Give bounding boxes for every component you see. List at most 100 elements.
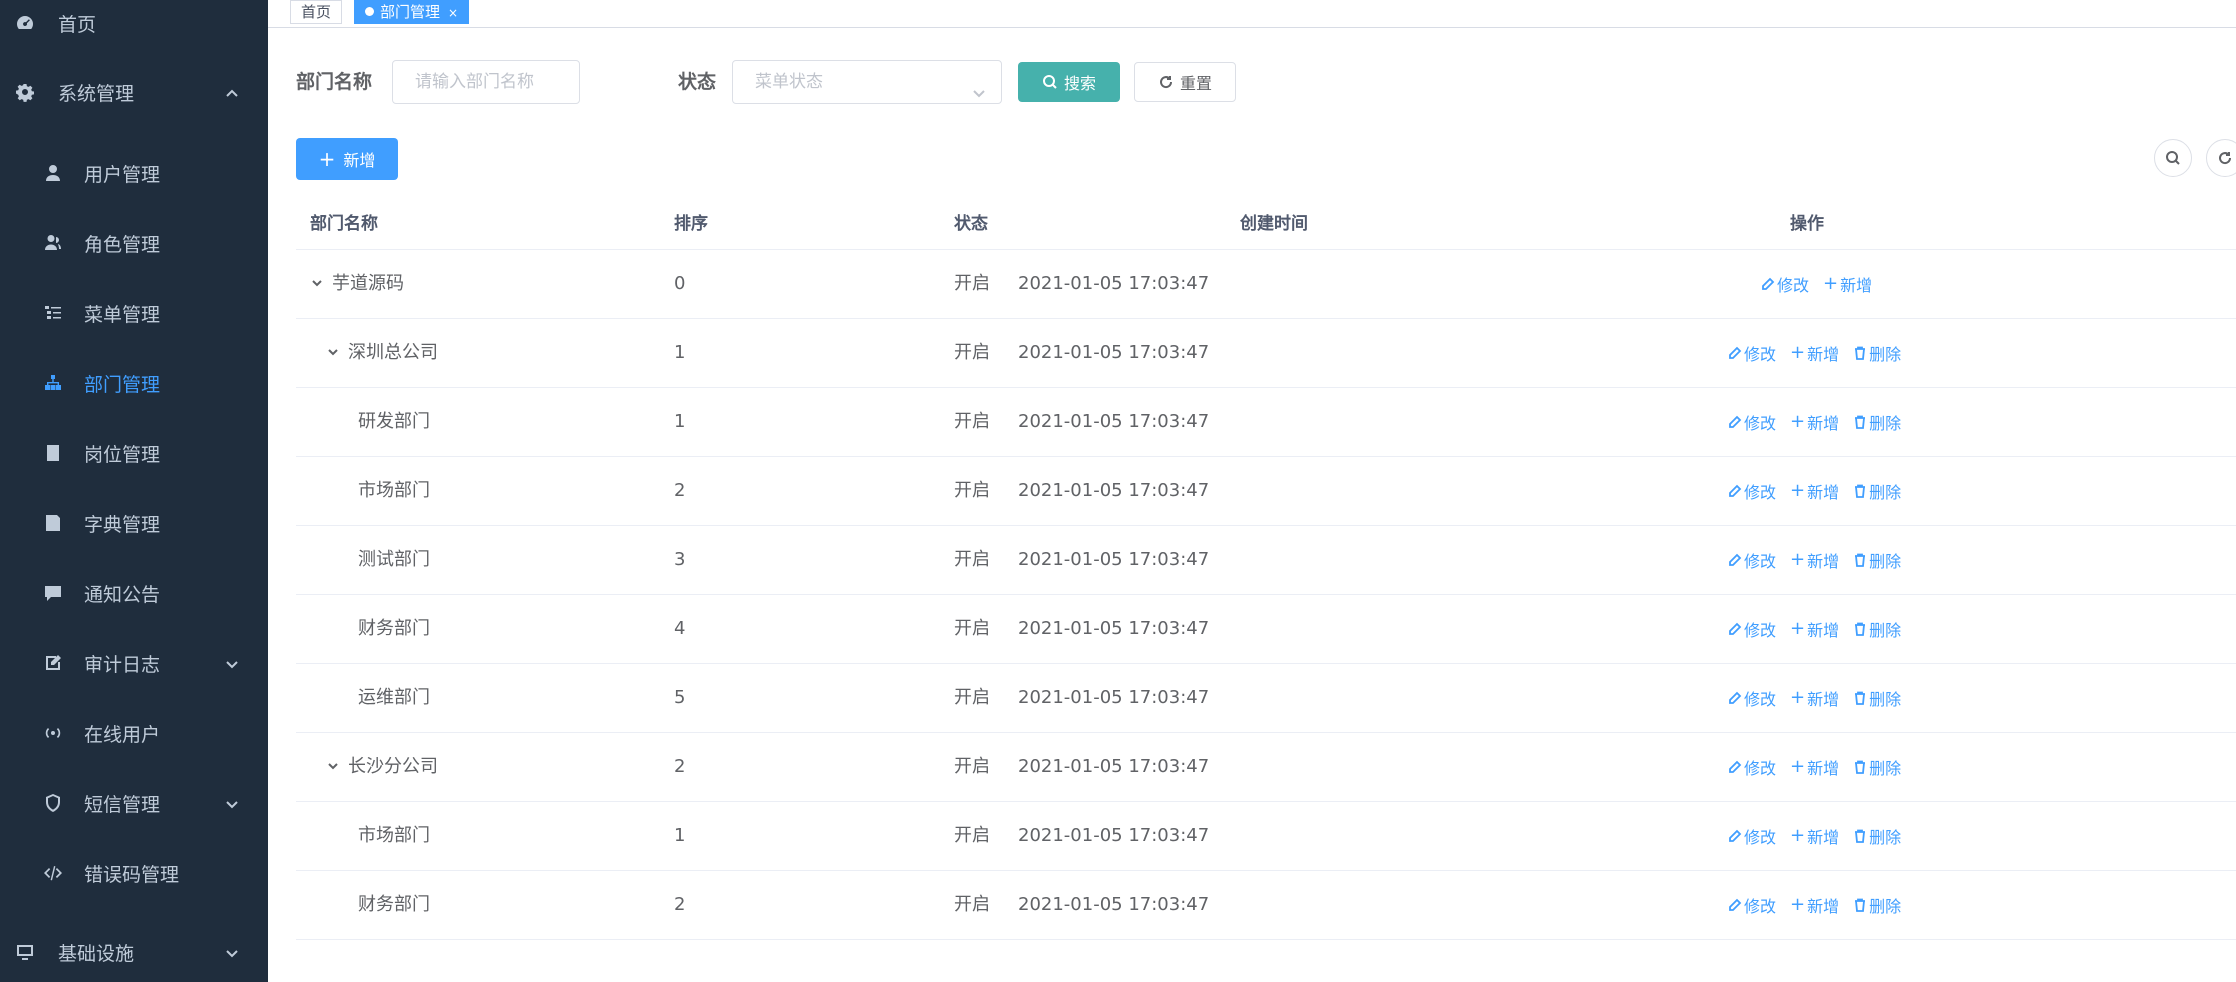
table-row: 芋道源码 0 开启 2021-01-05 17:03:47 修改 + 新增: [296, 250, 2236, 319]
delete-label: 删除: [1869, 621, 1902, 640]
add-label: 新增: [1807, 759, 1840, 778]
edit-icon: [1729, 691, 1742, 704]
expand-arrow-icon[interactable]: [326, 734, 340, 770]
table-row: 市场部门 1 开启 2021-01-05 17:03:47 修改 + 新增 删除: [296, 802, 2236, 871]
delete-button[interactable]: 删除: [1853, 341, 1901, 365]
add-dept-button[interactable]: + 新增: [296, 138, 398, 180]
sidebar-item-5[interactable]: 字典管理: [0, 488, 268, 558]
edit-button[interactable]: 修改: [1728, 617, 1776, 641]
add-button[interactable]: + 新增: [1790, 548, 1839, 572]
sidebar-item-6[interactable]: 通知公告: [0, 558, 268, 628]
add-button[interactable]: + 新增: [1790, 686, 1839, 710]
sidebar-item-home[interactable]: 首页: [0, 0, 268, 46]
close-icon[interactable]: ×: [448, 6, 458, 20]
sidebar-item-1[interactable]: 角色管理: [0, 208, 268, 278]
dept-created-cell: 2021-01-05 17:03:47: [1018, 894, 1210, 915]
add-button[interactable]: + 新增: [1790, 479, 1839, 503]
edit-button[interactable]: 修改: [1728, 686, 1776, 710]
edit-button[interactable]: 修改: [1728, 824, 1776, 848]
expand-arrow-icon[interactable]: [326, 320, 340, 356]
dept-status-cell: 开启: [954, 756, 990, 777]
add-button[interactable]: + 新增: [1790, 755, 1839, 779]
sidebar-item-9[interactable]: 短信管理: [0, 768, 268, 838]
message-icon: [42, 582, 64, 604]
column-header-actions: 操作: [1790, 214, 1824, 234]
dept-created-cell: 2021-01-05 17:03:47: [1018, 411, 1210, 432]
column-header-created: 创建时间: [1240, 214, 1308, 234]
add-label: 新增: [1807, 690, 1840, 709]
edit-button[interactable]: 修改: [1728, 755, 1776, 779]
add-button[interactable]: + 新增: [1823, 272, 1872, 296]
row-actions: 修改 + 新增: [1761, 250, 1886, 318]
sidebar: 首页 系统管理 用户管理 角色管理 菜单管理 部门管理 岗位管理 字典管理 通知公告 审计日志…: [0, 0, 268, 982]
edit-icon: [1729, 553, 1742, 566]
search-button[interactable]: 搜索: [1018, 62, 1120, 102]
row-actions: 修改 + 新增 删除: [1728, 871, 1915, 939]
delete-button[interactable]: 删除: [1853, 410, 1901, 434]
status-label: 状态: [678, 71, 717, 93]
delete-button[interactable]: 删除: [1853, 686, 1901, 710]
sidebar-item-label: 首页: [58, 13, 97, 36]
add-label: 新增: [1807, 552, 1840, 571]
add-button[interactable]: + 新增: [1790, 410, 1839, 434]
dept-sort-cell: 1: [674, 342, 686, 363]
delete-icon: [1855, 346, 1866, 360]
table-row: 长沙分公司 2 开启 2021-01-05 17:03:47 修改 + 新增 删除: [296, 733, 2236, 802]
delete-button[interactable]: 删除: [1853, 893, 1901, 917]
dept-name-text: 财务部门: [358, 894, 430, 915]
edit-icon: [1729, 622, 1742, 635]
sidebar-item-0[interactable]: 用户管理: [0, 138, 268, 208]
sidebar-item-2[interactable]: 菜单管理: [0, 278, 268, 348]
edit-button[interactable]: 修改: [1728, 341, 1776, 365]
reset-button[interactable]: 重置: [1134, 62, 1236, 102]
monitor-icon: [14, 941, 36, 963]
edit-label: 修改: [1744, 483, 1777, 502]
toggle-search-button[interactable]: [2154, 139, 2192, 177]
sidebar-group-infra[interactable]: 基础设施: [0, 922, 268, 982]
sidebar-item-3[interactable]: 部门管理: [0, 348, 268, 418]
delete-icon: [1855, 415, 1866, 429]
dept-name-input[interactable]: 请输入部门名称: [392, 60, 580, 104]
plus-icon: +: [1790, 825, 1806, 846]
delete-button[interactable]: 删除: [1853, 824, 1901, 848]
status-select[interactable]: 菜单状态: [732, 60, 1002, 104]
main-content: 首页 部门管理 × 部门名称 请输入部门名称 状态 菜单状态 搜索 重置 + 新…: [268, 0, 2236, 982]
sidebar-item-10[interactable]: 错误码管理: [0, 838, 268, 908]
row-actions: 修改 + 新增 删除: [1728, 802, 1915, 870]
sidebar-item-4[interactable]: 岗位管理: [0, 418, 268, 488]
edit-icon: [1762, 277, 1775, 290]
dept-status-cell: 开启: [954, 480, 990, 501]
tag-home[interactable]: 首页: [290, 0, 343, 24]
search-icon: [2166, 151, 2180, 165]
sidebar-group-system[interactable]: 系统管理: [0, 46, 268, 138]
online-icon: [42, 722, 64, 744]
edit-button[interactable]: 修改: [1728, 548, 1776, 572]
add-button[interactable]: + 新增: [1790, 893, 1839, 917]
add-button[interactable]: + 新增: [1790, 824, 1839, 848]
table-row: 财务部门 4 开启 2021-01-05 17:03:47 修改 + 新增 删除: [296, 595, 2236, 664]
sidebar-item-7[interactable]: 审计日志: [0, 628, 268, 698]
expand-arrow-icon[interactable]: [310, 251, 324, 287]
add-button[interactable]: + 新增: [1790, 341, 1839, 365]
tag-dept[interactable]: 部门管理 ×: [354, 0, 470, 24]
post-icon: [42, 442, 64, 464]
edit-button[interactable]: 修改: [1728, 410, 1776, 434]
delete-button[interactable]: 删除: [1853, 617, 1901, 641]
delete-button[interactable]: 删除: [1853, 548, 1901, 572]
edit-button[interactable]: 修改: [1761, 272, 1809, 296]
plus-icon: +: [1790, 342, 1806, 363]
sidebar-item-8[interactable]: 在线用户: [0, 698, 268, 768]
refresh-table-button[interactable]: [2206, 139, 2236, 177]
code-icon: [42, 862, 64, 884]
edit-label: 修改: [1744, 759, 1777, 778]
plus-icon: +: [1790, 549, 1806, 570]
plus-icon: +: [1790, 480, 1806, 501]
delete-button[interactable]: 删除: [1853, 479, 1901, 503]
delete-button[interactable]: 删除: [1853, 755, 1901, 779]
add-label: 新增: [1807, 345, 1840, 364]
dept-status-cell: 开启: [954, 894, 990, 915]
add-button[interactable]: + 新增: [1790, 617, 1839, 641]
tag-label: 部门管理: [380, 3, 441, 21]
edit-button[interactable]: 修改: [1728, 893, 1776, 917]
edit-button[interactable]: 修改: [1728, 479, 1776, 503]
